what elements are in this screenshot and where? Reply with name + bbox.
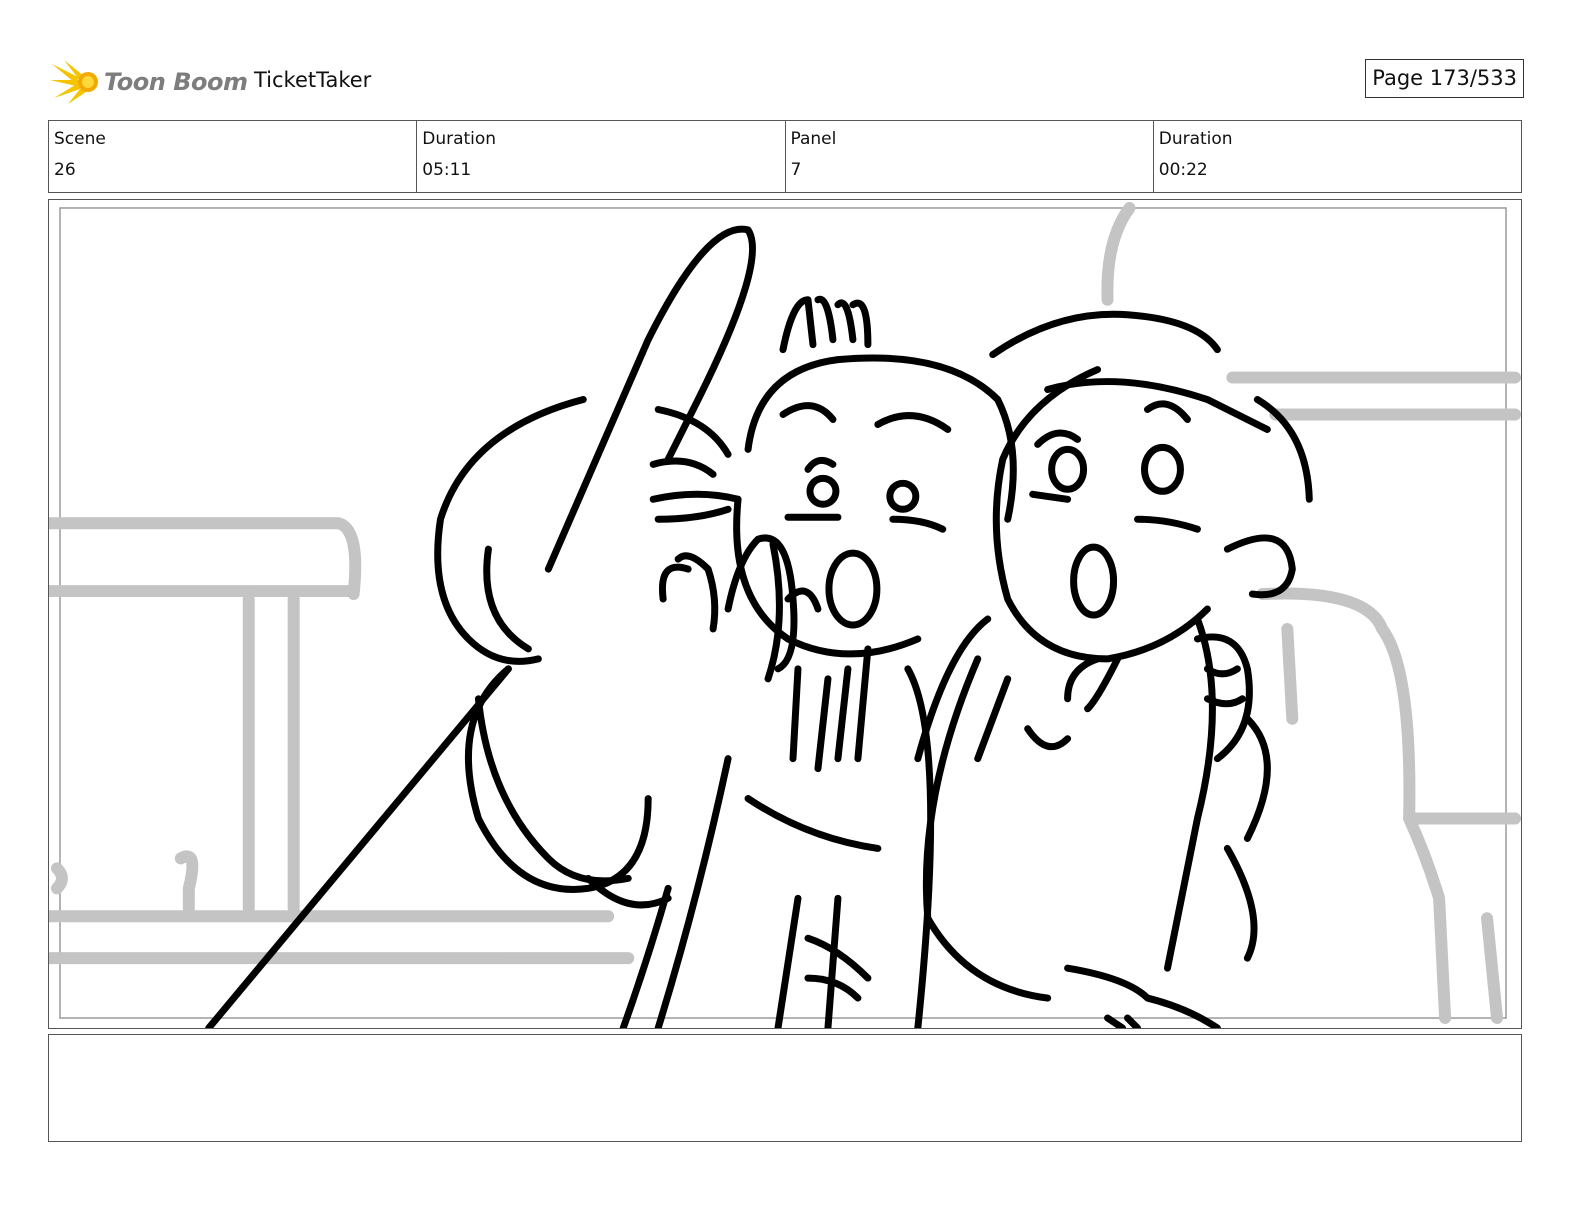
panel-value: 7 [790, 160, 802, 180]
panel-cell: Panel 7 [784, 121, 1153, 192]
character-sketch [205, 225, 1313, 1028]
storyboard-panel [48, 199, 1522, 1029]
page-counter: Page 173/533 [1365, 59, 1524, 98]
project-title: TicketTaker [254, 68, 372, 92]
panel-duration-value: 00:22 [1158, 160, 1208, 180]
toon-boom-logo: Toon Boom [50, 58, 248, 106]
scene-duration-cell: Duration 05:11 [416, 121, 784, 192]
brand-name: Toon Boom [104, 68, 248, 96]
scene-value: 26 [54, 160, 76, 180]
scene-cell: Scene 26 [49, 121, 416, 192]
scene-duration-value: 05:11 [422, 160, 472, 180]
storyboard-sketch-image [49, 201, 1521, 1028]
star-burst-icon [50, 60, 98, 104]
panel-duration-cell: Duration 00:22 [1152, 121, 1521, 192]
safe-area-frame [59, 207, 1507, 1019]
panel-label: Panel [790, 129, 837, 149]
scene-duration-label: Duration [422, 129, 497, 149]
scene-label: Scene [54, 129, 106, 149]
panel-duration-label: Duration [1158, 129, 1233, 149]
scene-info-table: Scene 26 Duration 05:11 Panel 7 Duration… [48, 120, 1522, 193]
page-header: Toon Boom TicketTaker Page 173/533 [50, 56, 1524, 108]
panel-notes-box [48, 1034, 1522, 1142]
